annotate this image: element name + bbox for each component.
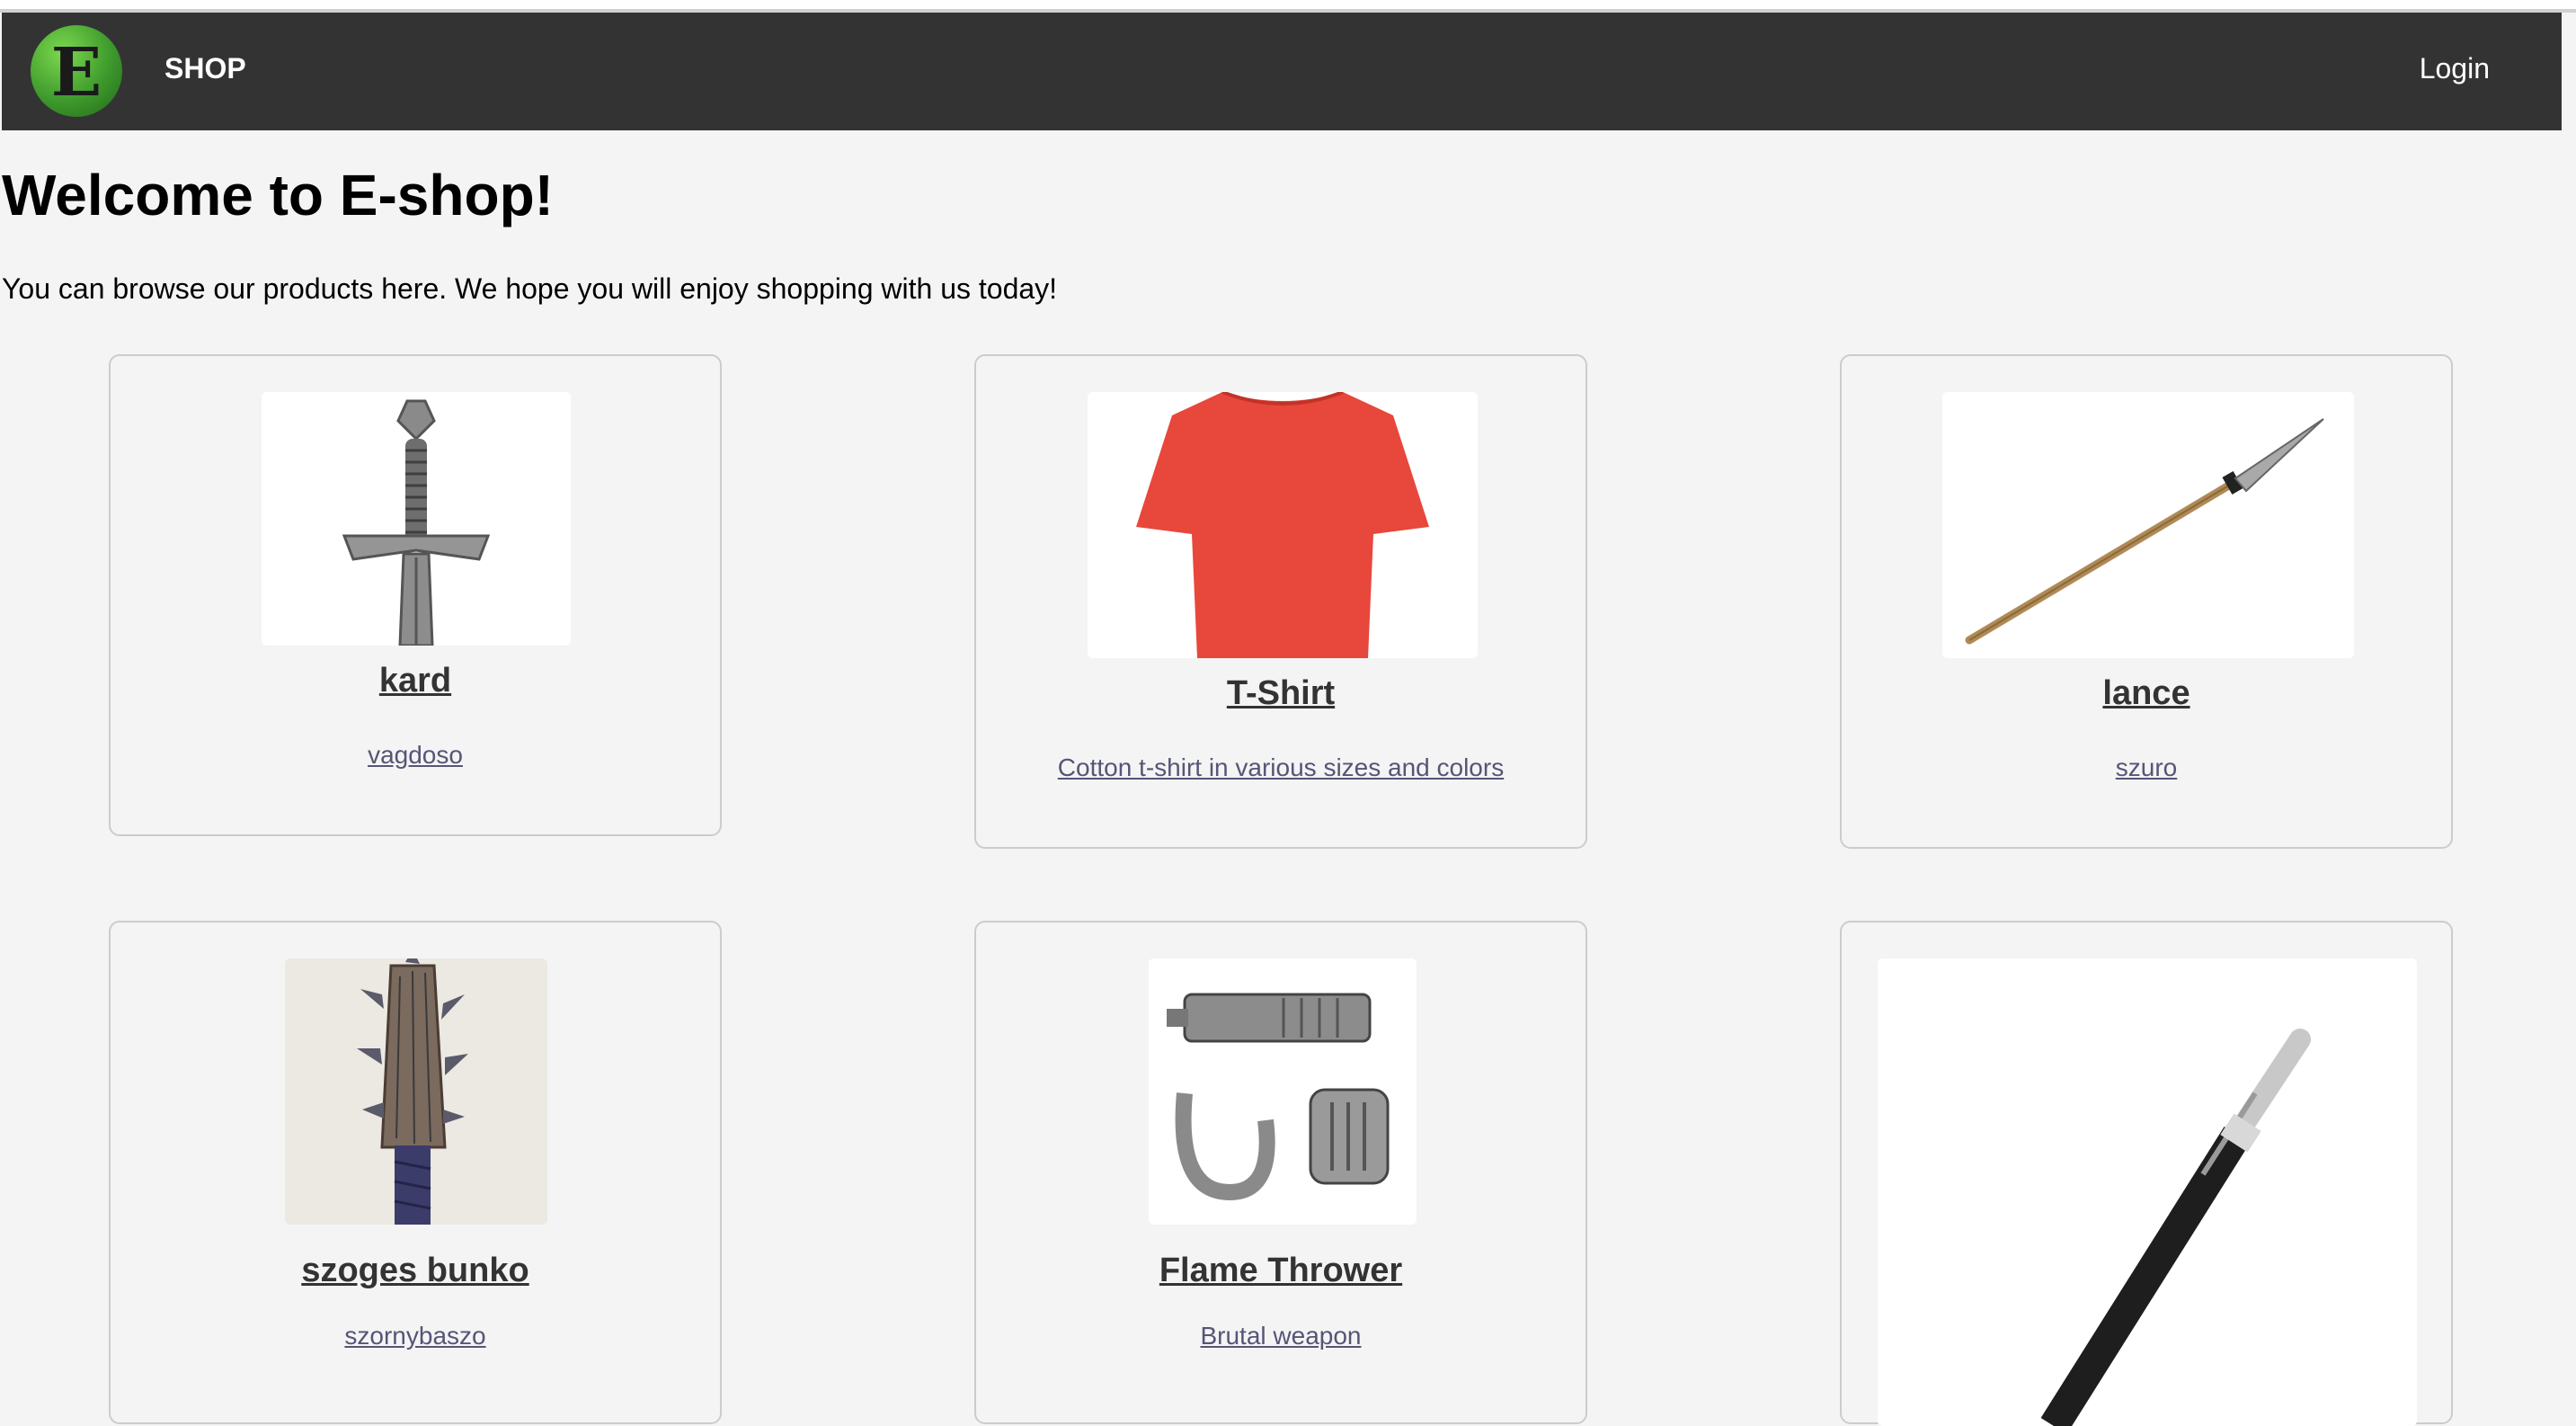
product-card[interactable]: Flame Thrower Brutal weapon <box>974 921 1587 1424</box>
product-description[interactable]: Brutal weapon <box>976 1322 1586 1350</box>
product-title[interactable]: lance <box>1842 674 2451 713</box>
product-description[interactable]: szornybaszo <box>111 1322 720 1350</box>
product-description[interactable]: Cotton t-shirt in various sizes and colo… <box>976 753 1586 782</box>
product-card[interactable]: szoges bunko szornybaszo <box>109 921 722 1424</box>
product-card[interactable]: kard vagdoso <box>109 354 722 836</box>
browser-top-edge <box>0 0 2576 13</box>
sword-image[interactable] <box>262 392 571 646</box>
spiked-club-image[interactable] <box>285 958 547 1225</box>
nav-shop-link[interactable]: SHOP <box>164 52 246 85</box>
product-card[interactable]: T-Shirt Cotton t-shirt in various sizes … <box>974 354 1587 849</box>
logo-letter: E <box>50 34 102 111</box>
product-title[interactable]: Flame Thrower <box>976 1252 1586 1290</box>
nav-login-link[interactable]: Login <box>2420 52 2490 85</box>
product-title[interactable]: szoges bunko <box>111 1252 720 1290</box>
product-card[interactable] <box>1840 921 2453 1426</box>
product-description[interactable]: vagdoso <box>111 741 720 770</box>
product-description[interactable]: szuro <box>1842 753 2451 782</box>
product-card[interactable]: lance szuro <box>1840 354 2453 849</box>
shop-logo[interactable]: E <box>31 25 122 117</box>
product-title[interactable]: kard <box>111 662 720 700</box>
lance-image[interactable] <box>1942 392 2354 658</box>
flame-thrower-image[interactable] <box>1149 958 1417 1225</box>
pen-image[interactable] <box>1878 958 2417 1426</box>
product-title[interactable]: T-Shirt <box>976 674 1586 713</box>
intro-text: You can browse our products here. We hop… <box>2 272 1058 305</box>
page-title: Welcome to E-shop! <box>2 163 554 227</box>
navbar: E SHOP Login <box>2 13 2562 130</box>
tshirt-image[interactable] <box>1088 392 1478 658</box>
